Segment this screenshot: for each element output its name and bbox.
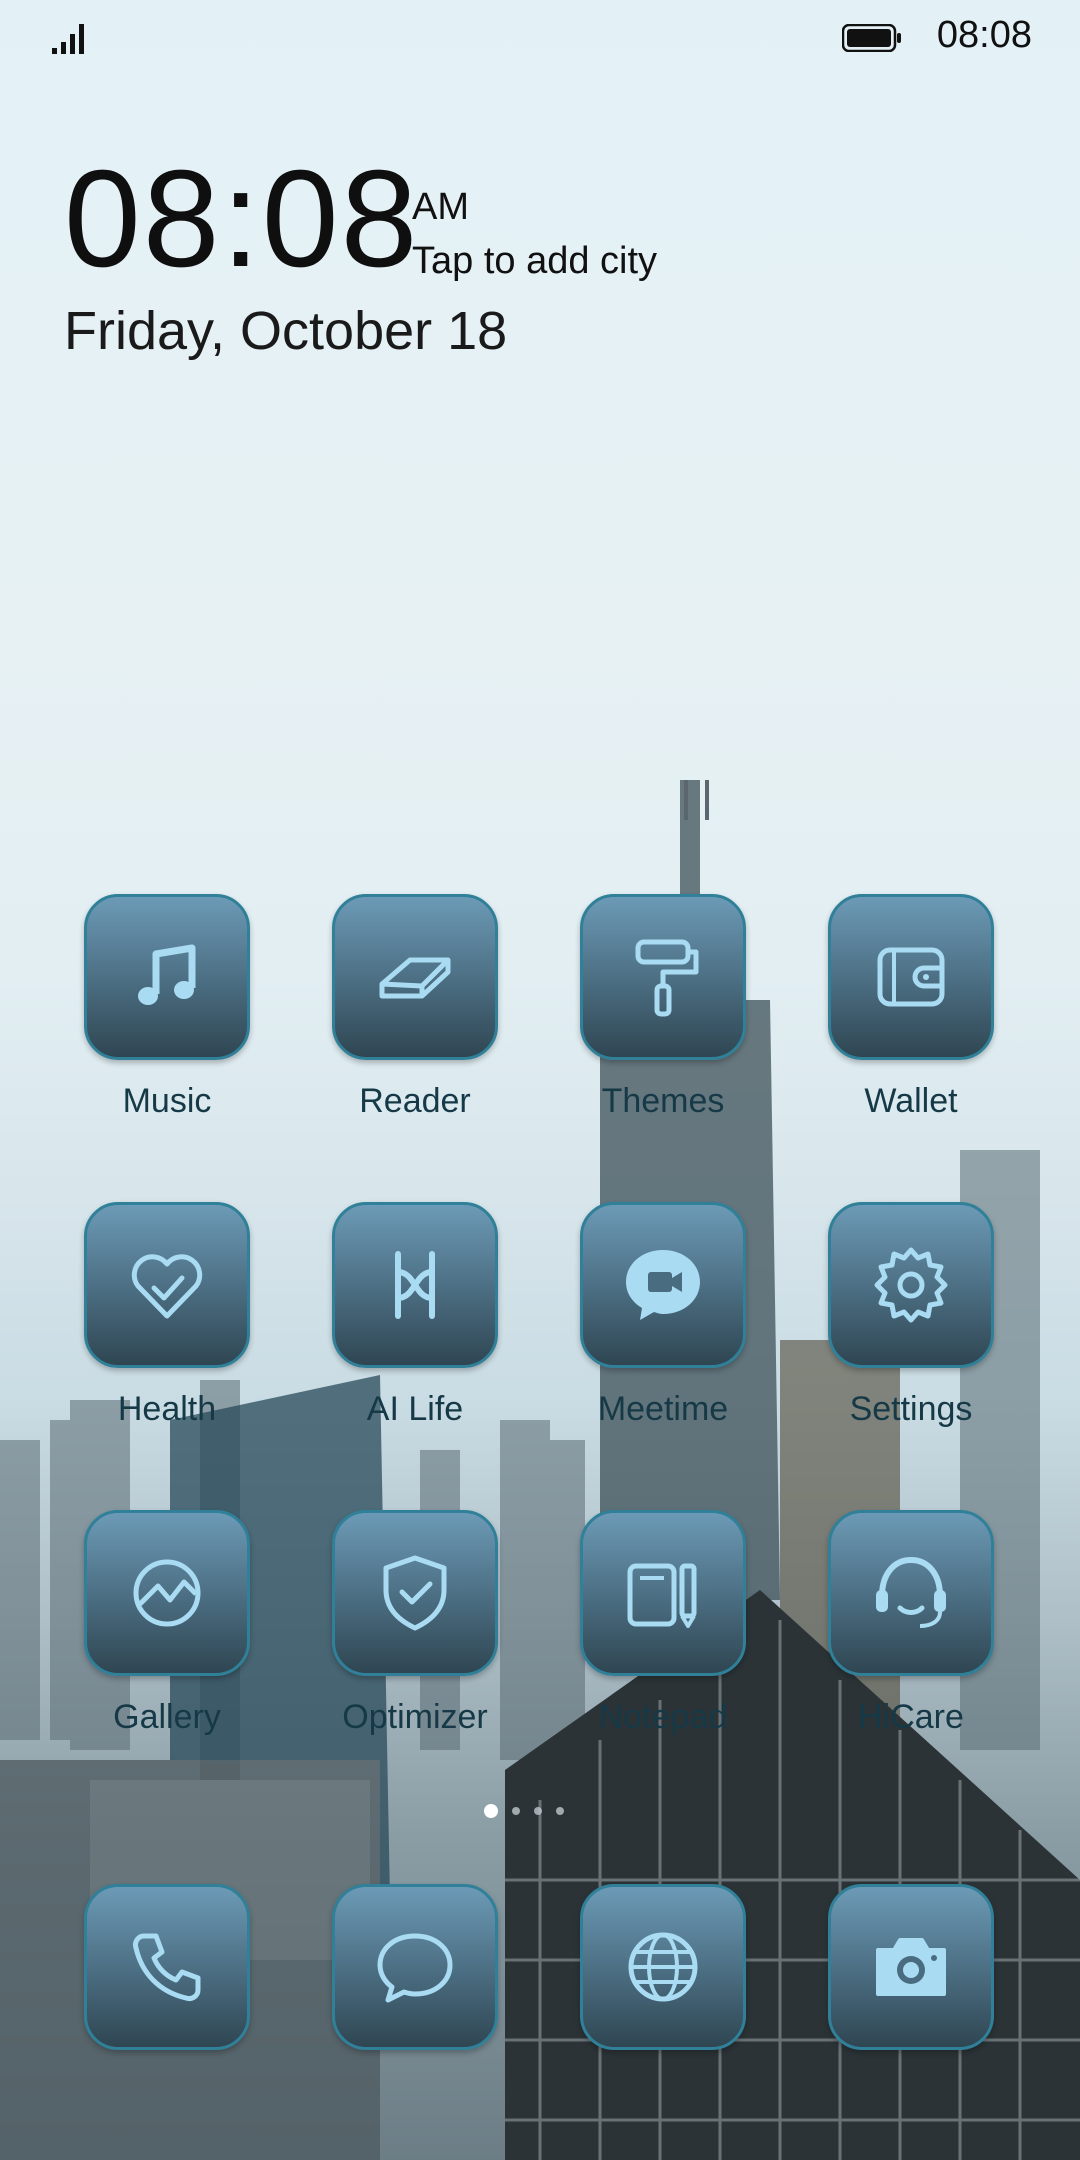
gallery-icon	[133, 1559, 201, 1627]
app-label: Optimizer	[342, 1698, 488, 1736]
app-tile[interactable]	[828, 1202, 994, 1368]
app-tile[interactable]	[828, 1884, 994, 2050]
music-note-icon	[138, 944, 196, 1005]
app-label: Reader	[359, 1082, 471, 1120]
app-tile[interactable]	[332, 894, 498, 1060]
app-hicare[interactable]: HiCare	[826, 1510, 996, 1737]
app-label: Meetime	[597, 1390, 729, 1428]
app-label: Notepad	[598, 1698, 728, 1736]
app-notepad[interactable]: Notepad	[578, 1510, 748, 1737]
clock-ampm: AM	[412, 186, 469, 228]
clock-time[interactable]: 08:08	[64, 150, 419, 288]
shield-check-icon	[383, 1555, 447, 1631]
app-tile[interactable]	[828, 894, 994, 1060]
app-tile[interactable]	[580, 1510, 746, 1676]
wallet-icon	[877, 947, 945, 1007]
app-tile[interactable]	[84, 1510, 250, 1676]
add-city-link[interactable]: Tap to add city	[412, 240, 657, 283]
dock-phone[interactable]	[82, 1884, 252, 2050]
app-label: Music	[122, 1082, 212, 1120]
status-time: 08:08	[936, 14, 1032, 56]
app-wallet[interactable]: Wallet	[826, 894, 996, 1121]
app-label: Settings	[849, 1390, 973, 1428]
chat-bubble-icon	[377, 1933, 453, 2003]
app-label: Health	[117, 1390, 217, 1428]
dock-browser[interactable]	[578, 1884, 748, 2050]
app-settings[interactable]: Settings	[826, 1202, 996, 1429]
dock-camera[interactable]	[826, 1884, 996, 2050]
app-tile[interactable]	[332, 1510, 498, 1676]
app-tile[interactable]	[580, 1202, 746, 1368]
app-tile[interactable]	[332, 1884, 498, 2050]
app-themes[interactable]: Themes	[578, 894, 748, 1121]
app-label: HiCare	[858, 1698, 964, 1736]
dock-messages[interactable]	[330, 1884, 500, 2050]
clock-date[interactable]: Friday, October 18	[64, 300, 507, 362]
app-optimizer[interactable]: Optimizer	[330, 1510, 500, 1737]
app-meetime[interactable]: Meetime	[578, 1202, 748, 1429]
heart-check-icon	[131, 1254, 203, 1319]
paint-roller-icon	[635, 939, 699, 1017]
phone-icon	[133, 1933, 201, 2001]
app-reader[interactable]: Reader	[330, 894, 500, 1121]
app-label: Wallet	[864, 1082, 958, 1120]
app-tile[interactable]	[84, 1202, 250, 1368]
app-tile[interactable]	[580, 894, 746, 1060]
app-tile[interactable]	[332, 1202, 498, 1368]
globe-icon	[628, 1932, 698, 2002]
notepad-icon	[627, 1563, 697, 1628]
video-chat-icon	[626, 1250, 700, 1320]
gear-icon	[874, 1247, 948, 1323]
app-label: Themes	[601, 1082, 725, 1120]
app-health[interactable]: Health	[82, 1202, 252, 1429]
app-tile[interactable]	[84, 1884, 250, 2050]
page-dot-active[interactable]	[484, 1804, 498, 1818]
app-label: AI Life	[366, 1390, 464, 1428]
eraser-book-icon	[379, 957, 451, 999]
app-tile[interactable]	[84, 894, 250, 1060]
battery-icon	[842, 24, 901, 52]
page-dot[interactable]	[556, 1807, 564, 1815]
headset-icon	[876, 1556, 946, 1628]
signal-icon	[52, 24, 84, 54]
ai-life-icon	[395, 1251, 435, 1319]
app-label: Gallery	[113, 1698, 221, 1736]
app-music[interactable]: Music	[82, 894, 252, 1121]
page-dot[interactable]	[512, 1807, 520, 1815]
app-tile[interactable]	[828, 1510, 994, 1676]
camera-icon	[876, 1938, 946, 1996]
status-bar: 08:08	[0, 0, 1080, 80]
page-indicator[interactable]	[484, 1804, 564, 1818]
app-gallery[interactable]: Gallery	[82, 1510, 252, 1737]
page-dot[interactable]	[534, 1807, 542, 1815]
app-ai-life[interactable]: AI Life	[330, 1202, 500, 1429]
app-tile[interactable]	[580, 1884, 746, 2050]
